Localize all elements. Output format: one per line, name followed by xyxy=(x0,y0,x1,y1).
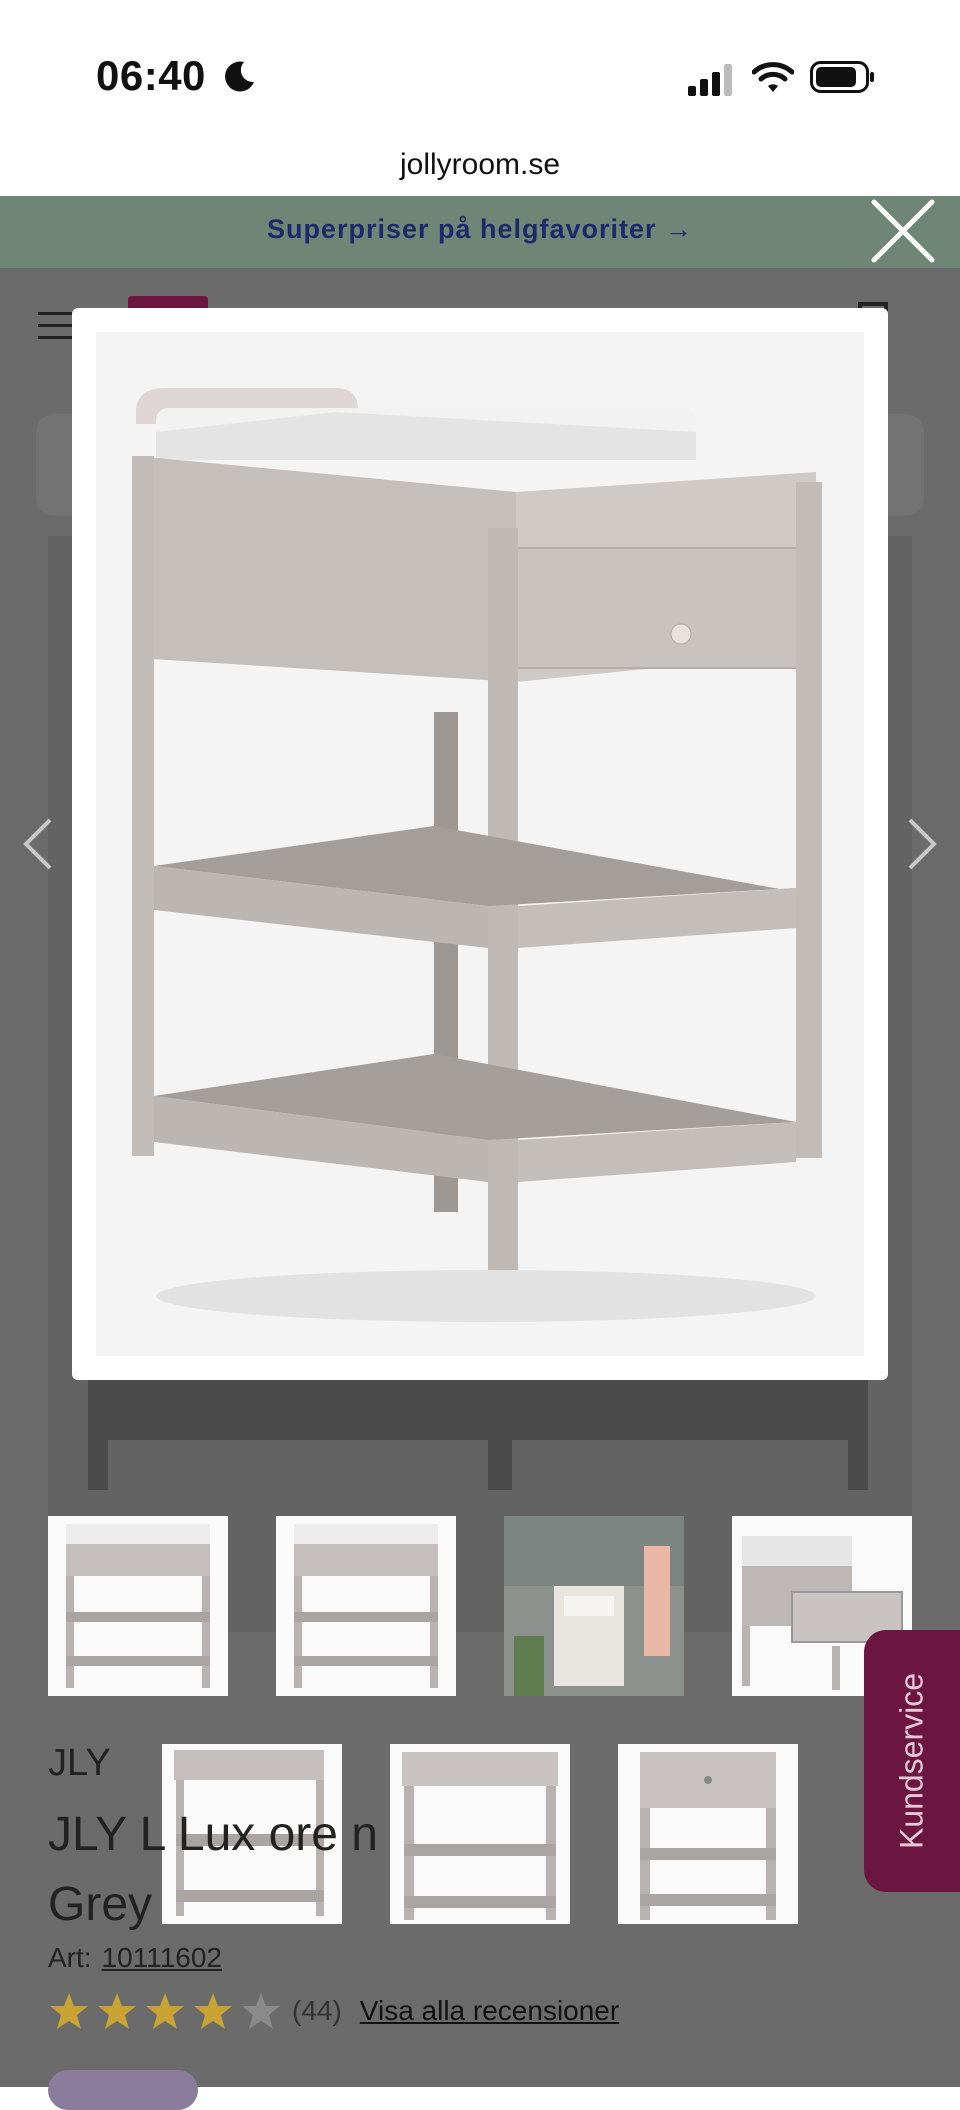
review-count: (44) xyxy=(292,1995,342,2026)
signal-icon xyxy=(688,64,732,96)
status-time: 06:40 xyxy=(96,52,206,99)
promo-banner[interactable]: Superpriser på helgfavoriter → xyxy=(0,196,960,268)
battery-icon xyxy=(810,61,874,93)
product-title: JLY L Lux ore n Grey xyxy=(48,1800,848,1940)
kundservice-label[interactable]: Kundservice xyxy=(894,1673,931,1849)
rating: (44) Visa alla recensioner xyxy=(48,1990,619,2032)
product-brand: JLY xyxy=(48,1742,111,1784)
promo-text[interactable]: Superpriser på helgfavoriter → xyxy=(0,214,960,245)
thumbnail[interactable] xyxy=(48,1516,228,1696)
product-title-line2: Grey xyxy=(48,1878,153,1931)
hamburger-icon[interactable] xyxy=(38,312,74,342)
rating-stars xyxy=(48,1990,288,2032)
article-number-value[interactable]: 10111602 xyxy=(102,1942,222,1973)
star-icon xyxy=(242,1993,280,2029)
star-icon xyxy=(98,1993,136,2029)
wifi-icon xyxy=(752,62,794,92)
kundservice-tab[interactable]: Kundservice xyxy=(864,1630,960,1892)
status-bar: 06:40 jollyroom.se xyxy=(0,0,960,181)
all-reviews-link[interactable]: Visa alla recensioner xyxy=(360,1995,619,2027)
moon-icon xyxy=(225,61,254,92)
badge xyxy=(48,2070,198,2110)
hero-shelf xyxy=(88,1380,868,1490)
product-image xyxy=(96,332,864,1356)
close-icon[interactable] xyxy=(870,198,936,264)
thumbnail[interactable] xyxy=(504,1516,684,1696)
star-icon xyxy=(50,1993,88,2029)
article-number: Art: 10111602 xyxy=(48,1942,222,1974)
article-label: Art: xyxy=(48,1942,92,1973)
image-modal xyxy=(72,308,888,1380)
browser-url[interactable]: jollyroom.se xyxy=(0,148,960,182)
product-title-line1: JLY L Lux ore n xyxy=(48,1808,378,1861)
star-icon xyxy=(194,1993,232,2029)
star-icon xyxy=(146,1993,184,2029)
chevron-left-icon[interactable] xyxy=(18,814,58,874)
thumbnail[interactable] xyxy=(276,1516,456,1696)
chevron-right-icon[interactable] xyxy=(902,814,942,874)
thumbnail-row xyxy=(48,1516,912,1698)
